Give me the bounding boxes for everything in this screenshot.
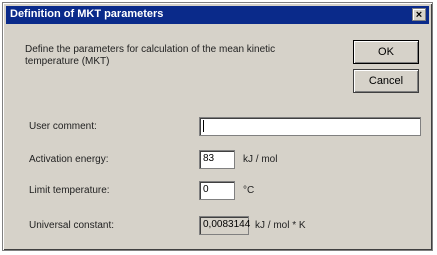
limit-temperature-input[interactable]: 0 <box>199 181 235 200</box>
user-comment-input[interactable] <box>199 117 421 136</box>
limit-temperature-unit: °C <box>243 185 255 196</box>
limit-temperature-label: Limit temperature: <box>29 185 110 196</box>
description-text: Define the parameters for calculation of… <box>25 44 276 67</box>
cancel-button[interactable]: Cancel <box>353 69 419 93</box>
universal-constant-field: 0,0083144 <box>199 216 250 235</box>
user-comment-label: User comment: <box>29 121 97 132</box>
title-bar[interactable]: Definition of MKT parameters × <box>6 6 429 24</box>
mkt-dialog: Definition of MKT parameters × Define th… <box>2 2 433 251</box>
universal-constant-label: Universal constant: <box>29 220 115 231</box>
ok-button[interactable]: OK <box>353 40 419 64</box>
activation-energy-label: Activation energy: <box>29 154 109 165</box>
window-title: Definition of MKT parameters <box>10 8 164 20</box>
close-icon[interactable]: × <box>412 8 426 21</box>
activation-energy-unit: kJ / mol <box>243 154 278 165</box>
activation-energy-input[interactable]: 83 <box>199 150 235 169</box>
text-caret <box>203 120 204 132</box>
universal-constant-unit: kJ / mol * K <box>255 220 306 231</box>
